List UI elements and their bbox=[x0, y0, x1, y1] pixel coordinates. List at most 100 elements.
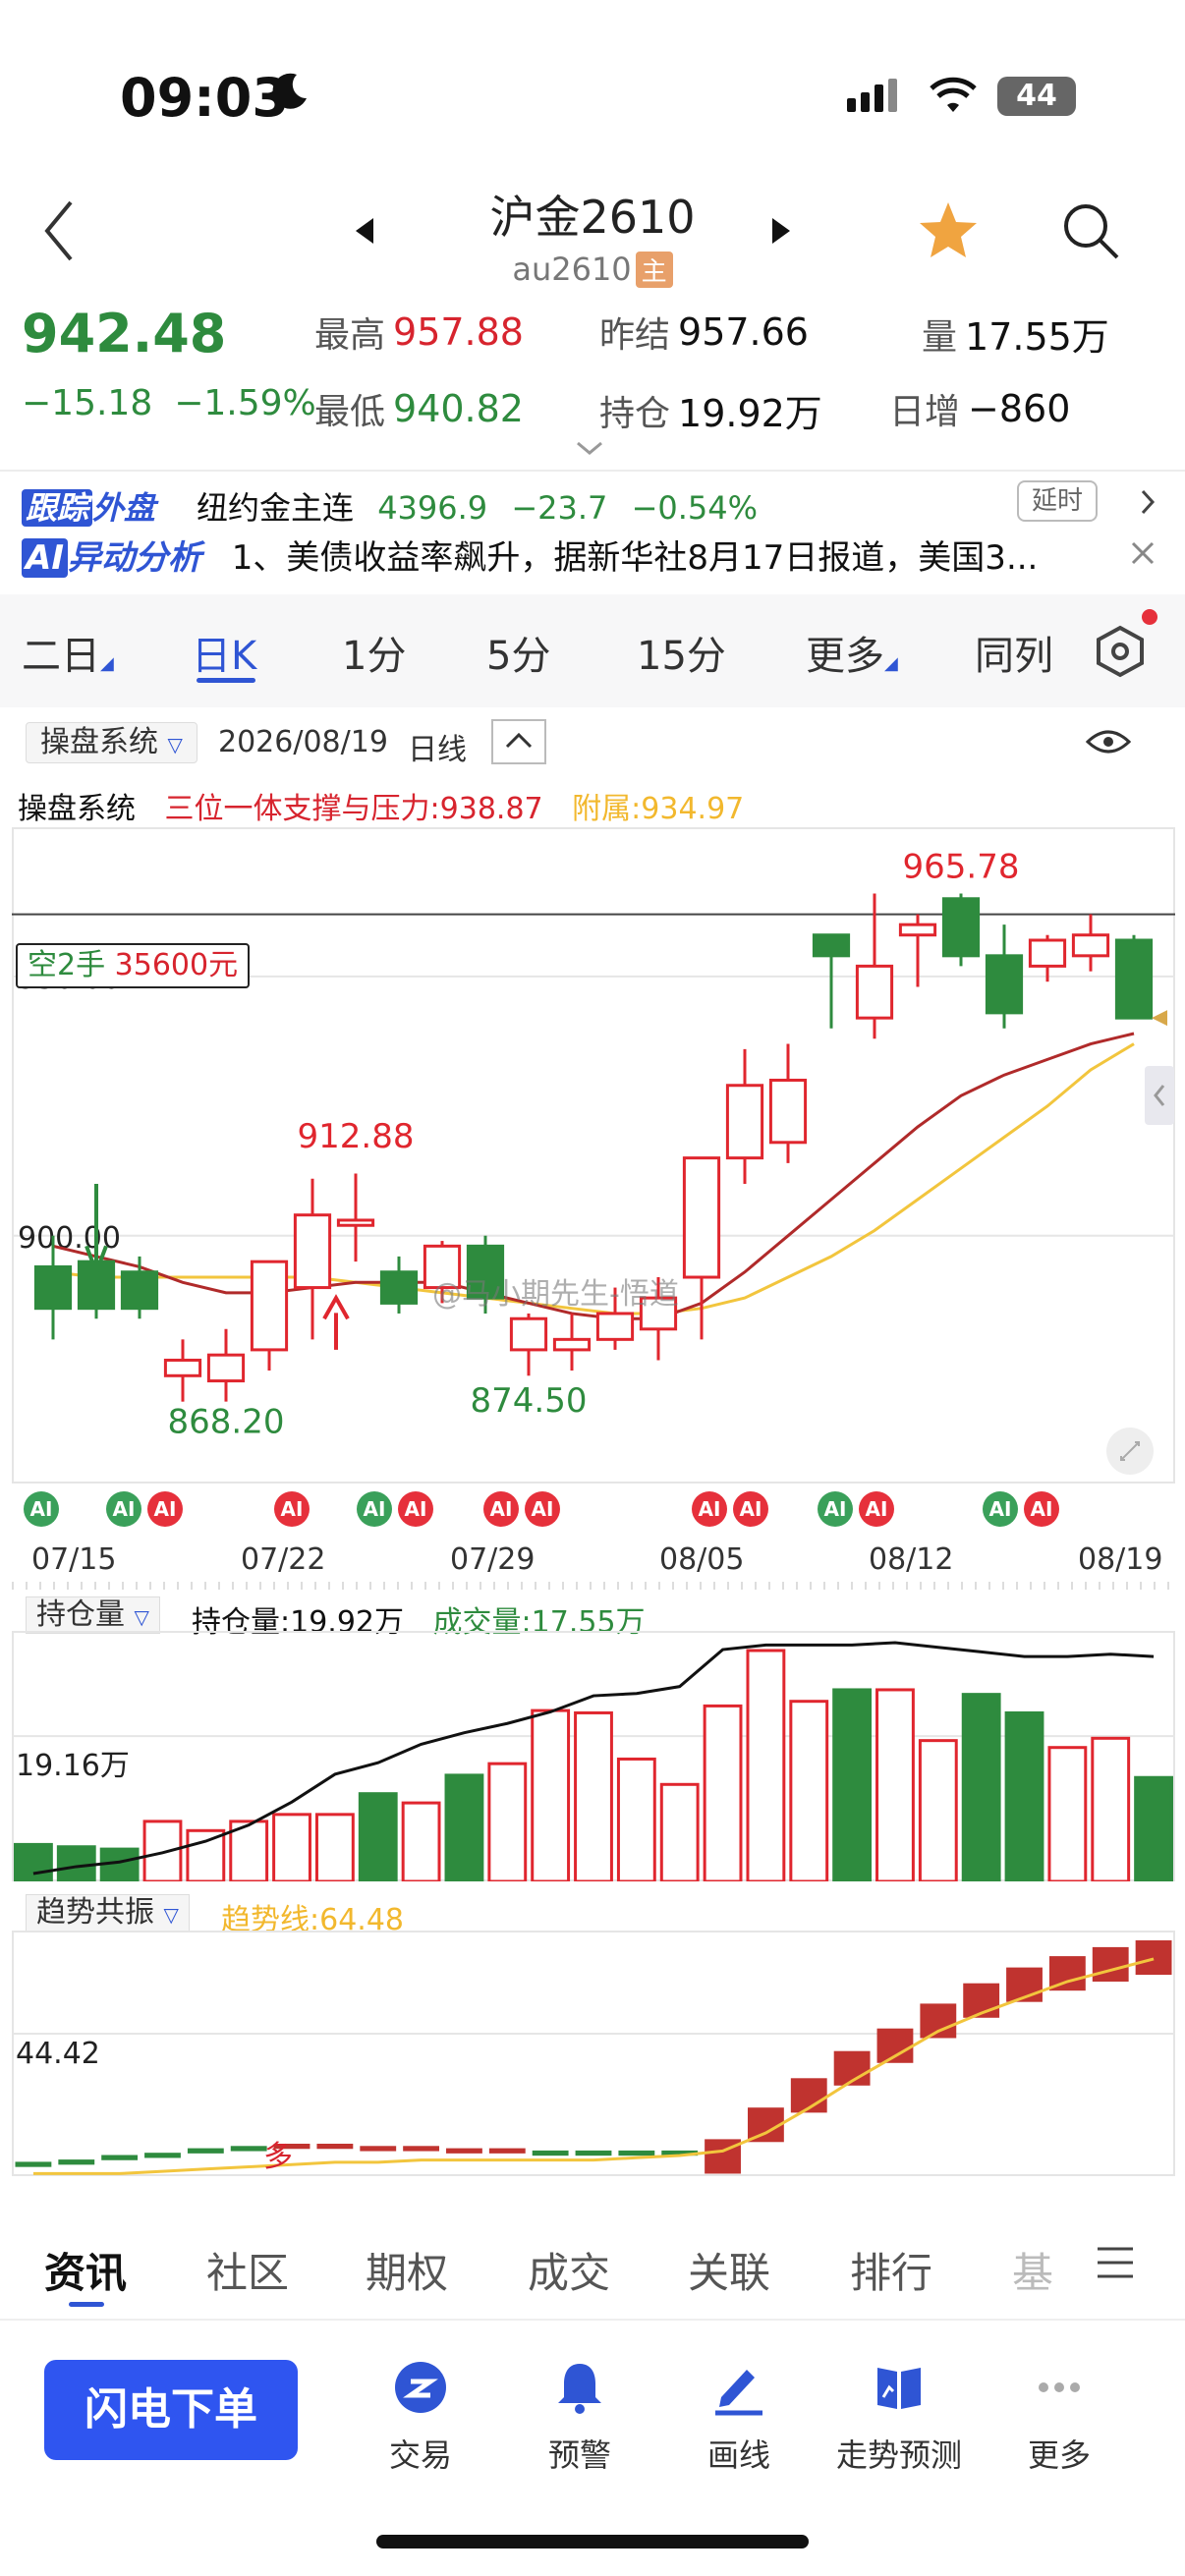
follow-tag: 跟踪 外盘 bbox=[22, 483, 155, 529]
ai-marker-icon[interactable]: AI bbox=[525, 1491, 560, 1527]
active-tab-indicator bbox=[197, 678, 255, 683]
candle-body bbox=[379, 1270, 419, 1305]
tab-label: 二日 bbox=[22, 634, 100, 679]
close-icon[interactable] bbox=[1130, 540, 1156, 566]
candle-body bbox=[163, 1358, 202, 1377]
ai-news[interactable]: AI 异动分析 1、美债收益率飙升，据新华社8月17日报道，美国3... bbox=[22, 531, 1038, 579]
chevron-right-icon[interactable] bbox=[1138, 487, 1157, 517]
favorite-star-icon[interactable] bbox=[914, 196, 983, 265]
volume-label: 量 bbox=[922, 316, 958, 358]
tab-same-row[interactable]: 同列 bbox=[975, 624, 1053, 681]
tab-related[interactable]: 关联 bbox=[688, 2240, 770, 2300]
fullscreen-icon[interactable] bbox=[1105, 1427, 1155, 1476]
price-annotation: 912.88 bbox=[298, 1117, 415, 1156]
ai-marker-icon[interactable]: AI bbox=[357, 1491, 392, 1527]
candle-body bbox=[595, 1312, 635, 1341]
volume-bar bbox=[272, 1813, 311, 1881]
volume-chart[interactable] bbox=[12, 1631, 1175, 1881]
trade-tool[interactable]: 交易 bbox=[342, 2358, 499, 2476]
candle-body bbox=[293, 1213, 332, 1290]
next-contract-icon[interactable] bbox=[772, 218, 790, 244]
trend-block bbox=[403, 2146, 440, 2152]
ai-marker-icon[interactable]: AI bbox=[106, 1491, 141, 1527]
follow-tag-2: 外盘 bbox=[92, 489, 156, 527]
side-handle-icon[interactable] bbox=[1145, 1066, 1174, 1125]
ai-marker-icon[interactable]: AI bbox=[398, 1491, 433, 1527]
ai-marker-icon[interactable]: AI bbox=[859, 1491, 894, 1527]
ai-marker-icon[interactable]: AI bbox=[24, 1491, 59, 1527]
more-tool[interactable]: 更多 bbox=[981, 2358, 1138, 2476]
tab-trades[interactable]: 成交 bbox=[528, 2240, 610, 2300]
tab-ranking[interactable]: 排行 bbox=[850, 2240, 932, 2300]
tab-15min[interactable]: 15分 bbox=[637, 624, 726, 681]
tab-1min[interactable]: 1分 bbox=[342, 624, 406, 681]
battery-icon: 44 bbox=[997, 77, 1076, 116]
alert-tool[interactable]: 预警 bbox=[501, 2358, 658, 2476]
period-tabs: 二日◢ 日K 1分 5分 15分 更多◢ 同列 bbox=[0, 594, 1185, 707]
trend-select[interactable]: 趋势共振 ▽ bbox=[26, 1894, 190, 1932]
main-badge: 主 bbox=[635, 252, 673, 288]
bottom-tabs: 资讯 社区 期权 成交 关联 排行 基 bbox=[0, 2201, 1185, 2319]
tab-community[interactable]: 社区 bbox=[206, 2240, 289, 2300]
tab-basics[interactable]: 基 bbox=[1012, 2240, 1053, 2300]
collapse-icon[interactable] bbox=[491, 719, 546, 764]
date-tick-label: 07/15 bbox=[31, 1542, 117, 1577]
kline-chart[interactable]: 950.00900.00965.78912.88868.20874.50 bbox=[12, 827, 1175, 1484]
candle-body bbox=[1071, 933, 1110, 958]
follow-pct: −0.54% bbox=[631, 489, 759, 527]
open-interest: 持仓 19.92万 bbox=[599, 383, 822, 437]
candle-body bbox=[509, 1316, 548, 1352]
eye-icon[interactable] bbox=[1086, 727, 1131, 756]
ai-marker-icon[interactable]: AI bbox=[274, 1491, 310, 1527]
ai-marker-icon[interactable]: AI bbox=[1024, 1491, 1059, 1527]
flash-order-button[interactable]: 闪电下单 bbox=[44, 2360, 298, 2460]
ai-marker-icon[interactable]: AI bbox=[983, 1491, 1018, 1527]
expand-chevron-icon[interactable] bbox=[575, 440, 604, 456]
price-change: −15.18 −1.59% bbox=[22, 383, 316, 423]
daily-increase: 日增 −860 bbox=[889, 383, 1070, 434]
tab-daily-k[interactable]: 日K bbox=[192, 624, 256, 681]
menu-icon[interactable] bbox=[1096, 2245, 1135, 2280]
tab-5min[interactable]: 5分 bbox=[486, 624, 550, 681]
volume-bar bbox=[531, 1708, 571, 1881]
candle-body bbox=[941, 897, 981, 958]
volume-bar bbox=[875, 1688, 915, 1881]
trend-chart[interactable] bbox=[12, 1931, 1175, 2176]
volume: 量 17.55万 bbox=[922, 307, 1109, 361]
ai-marker-icon[interactable]: AI bbox=[818, 1491, 853, 1527]
draw-tool[interactable]: 画线 bbox=[660, 2358, 818, 2476]
volume-bar bbox=[99, 1847, 140, 1881]
alert-label: 预警 bbox=[547, 2436, 611, 2474]
trend-block bbox=[446, 2148, 482, 2154]
date-tick-label: 07/29 bbox=[450, 1542, 536, 1577]
ai-marker-row: AI AI AI AI AI AI AI AI AI AI AI AI AI AI bbox=[0, 1491, 1185, 1531]
tab-more[interactable]: 更多◢ bbox=[806, 624, 898, 681]
ai-marker-icon[interactable]: AI bbox=[483, 1491, 519, 1527]
volume-select[interactable]: 持仓量 ▽ bbox=[26, 1596, 160, 1634]
ai-marker-icon[interactable]: AI bbox=[692, 1491, 727, 1527]
candle-body bbox=[552, 1337, 592, 1352]
tab-news[interactable]: 资讯 bbox=[44, 2240, 127, 2300]
indicator-support: 三位一体支撑与压力:938.87 bbox=[164, 792, 543, 826]
ai-marker-icon[interactable]: AI bbox=[733, 1491, 768, 1527]
date-tick-label: 08/19 bbox=[1078, 1542, 1163, 1577]
settings-hex-icon[interactable] bbox=[1093, 624, 1148, 679]
high-price: 最高 957.88 bbox=[314, 307, 524, 358]
trend-select-label: 趋势共振 bbox=[36, 1895, 154, 1930]
position-price: 35600元 bbox=[114, 948, 239, 982]
tab-options[interactable]: 期权 bbox=[366, 2240, 448, 2300]
ai-marker-icon[interactable]: AI bbox=[147, 1491, 183, 1527]
system-select-label: 操盘系统 bbox=[40, 725, 158, 759]
trade-label: 交易 bbox=[388, 2436, 452, 2474]
chart-date: 2026/08/19 bbox=[218, 725, 388, 759]
search-icon[interactable] bbox=[1056, 196, 1125, 265]
change-value: −15.18 bbox=[22, 383, 153, 423]
forecast-tool[interactable]: 走势预测 bbox=[820, 2358, 978, 2476]
high-value: 957.88 bbox=[393, 310, 524, 354]
system-select[interactable]: 操盘系统 ▽ bbox=[26, 722, 198, 763]
open-interest-value: 19.92万 bbox=[678, 392, 822, 435]
follow-quote[interactable]: 纽约金主连 4396.9 −23.7 −0.54% bbox=[197, 483, 758, 529]
tab-two-day[interactable]: 二日◢ bbox=[22, 624, 114, 681]
candle-body bbox=[206, 1353, 246, 1383]
volume-bar bbox=[1004, 1710, 1044, 1881]
